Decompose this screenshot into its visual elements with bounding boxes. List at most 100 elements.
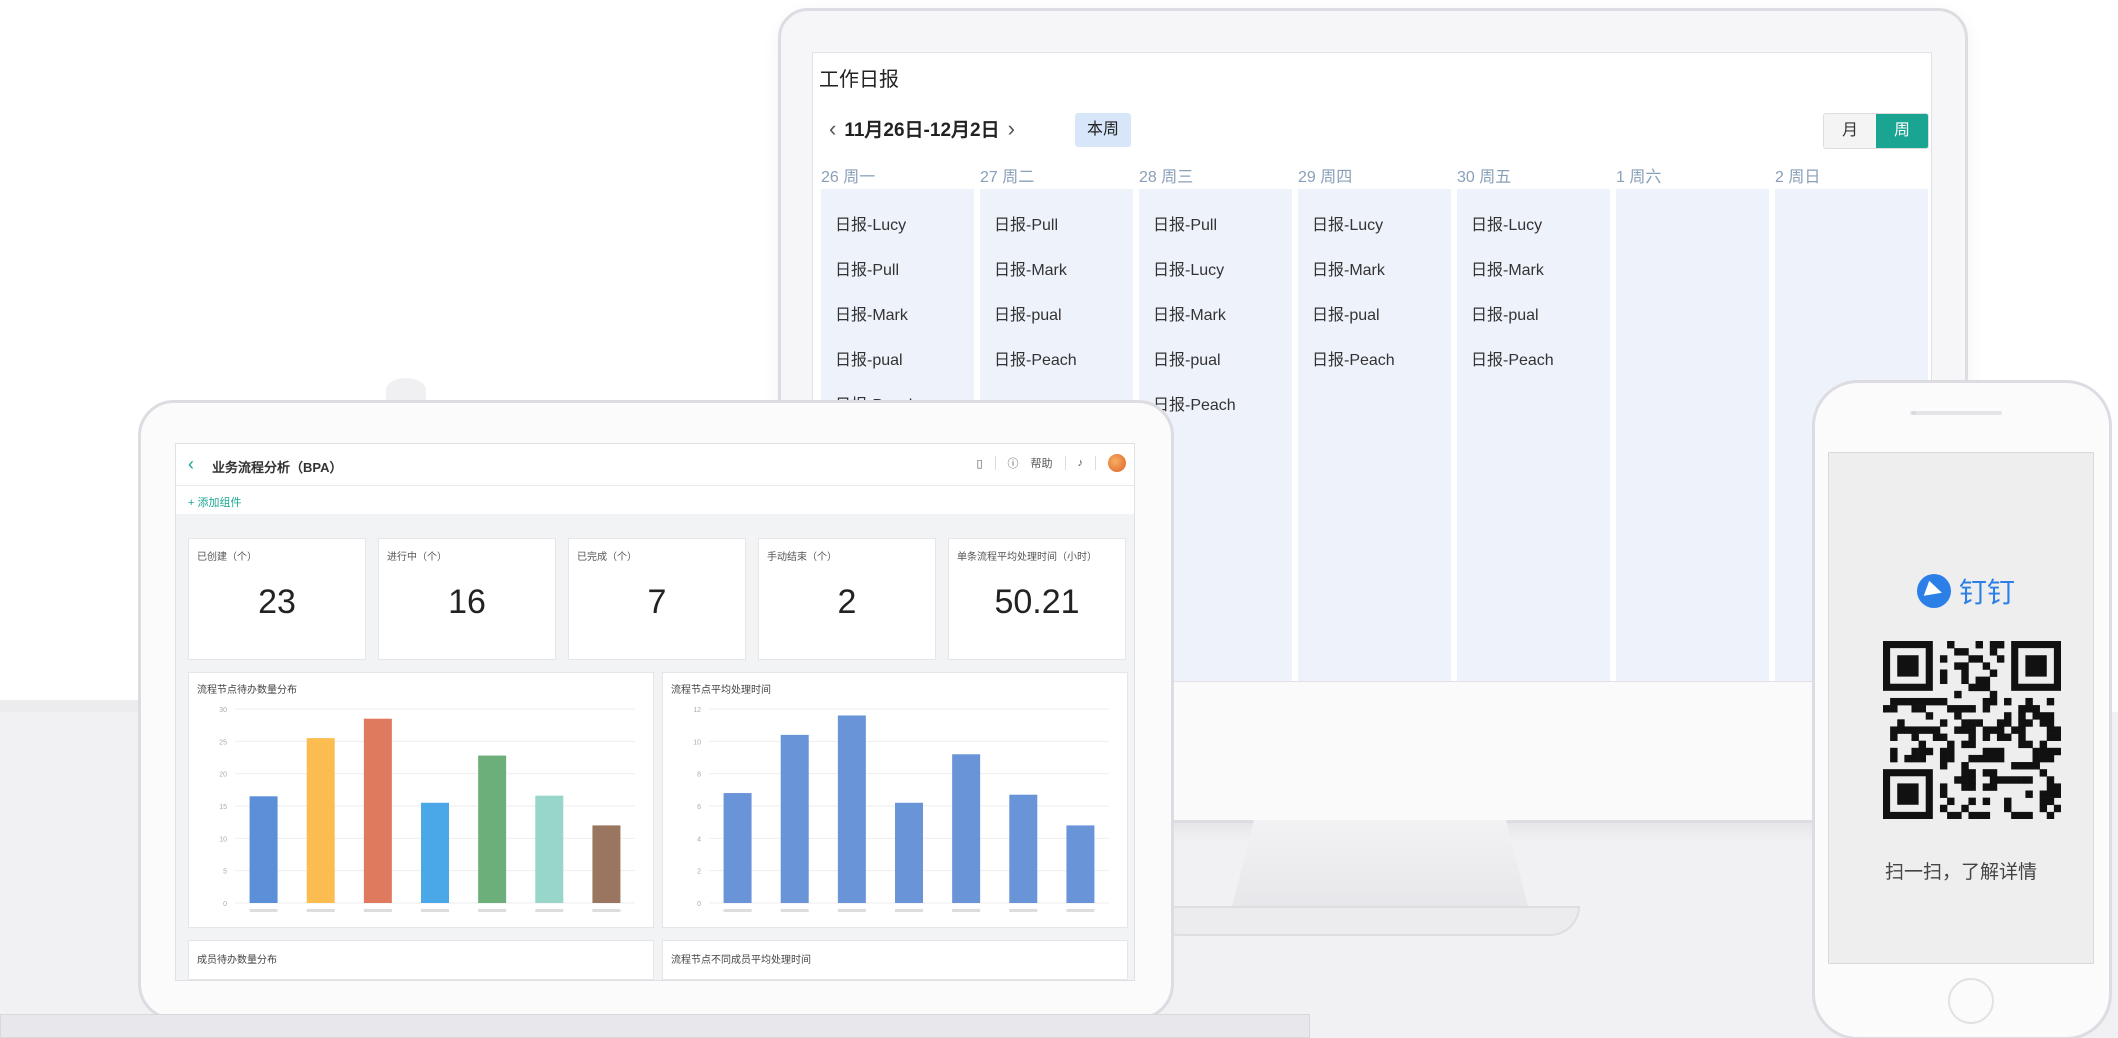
report-item[interactable]: 日报-pual	[821, 336, 974, 381]
qr-module	[1989, 726, 1998, 734]
qr-module	[1968, 797, 1976, 806]
qr-module	[1954, 690, 1962, 699]
device-icon[interactable]: ▯	[976, 457, 982, 470]
qr-module	[1982, 705, 1991, 713]
dingtalk-logo: 钉钉	[1917, 571, 2015, 611]
qr-module	[1911, 747, 1919, 756]
stat-label: 单条流程平均处理时间（小时）	[957, 552, 1097, 563]
chevron-right-icon[interactable]: ›	[1008, 116, 1015, 142]
report-item[interactable]: 日报-Mark	[1298, 246, 1451, 291]
report-item[interactable]: 日报-Pull	[1139, 201, 1292, 246]
qr-module	[1989, 648, 1998, 656]
stat-card[interactable]: 已创建（个） 23	[188, 538, 366, 660]
qr-module	[1989, 697, 1998, 706]
qr-module	[1939, 804, 1948, 813]
qr-module	[1968, 705, 1976, 713]
report-item[interactable]: 日报-Lucy	[821, 201, 974, 246]
report-item[interactable]: 日报-pual	[1139, 336, 1292, 381]
panel-member-todo: 成员待办数量分布	[188, 940, 654, 980]
phone-camera	[1912, 411, 1916, 415]
qr-module	[1982, 697, 1991, 706]
qr-module	[2025, 697, 2033, 706]
bar	[952, 754, 981, 903]
qr-module	[1890, 697, 1898, 706]
qr-code[interactable]	[1883, 641, 2061, 819]
qr-module	[2004, 804, 2012, 813]
qr-module	[1925, 747, 1934, 756]
report-item[interactable]: 日报-Peach	[980, 336, 1133, 381]
help-link[interactable]: 帮助	[1031, 455, 1053, 471]
report-item[interactable]: 日报-pual	[1457, 291, 1610, 336]
x-tick-label	[306, 909, 335, 912]
help-icon[interactable]: ⓘ	[1008, 455, 1019, 471]
day-cell[interactable]	[1616, 189, 1769, 681]
qr-module	[1996, 747, 2005, 756]
month-view-button[interactable]: 月	[1824, 114, 1876, 148]
qr-module	[2018, 740, 2026, 749]
qr-module	[2018, 811, 2026, 819]
panel-title: 成员待办数量分布	[197, 955, 277, 966]
chevron-left-icon[interactable]: ‹	[829, 116, 836, 142]
report-item[interactable]: 日报-Peach	[1298, 336, 1451, 381]
qr-module	[1947, 754, 1955, 763]
stat-card[interactable]: 单条流程平均处理时间（小时） 50.21	[948, 538, 1126, 660]
qr-module	[1975, 655, 1983, 663]
report-item[interactable]: 日报-Lucy	[1139, 246, 1292, 291]
bar	[249, 796, 278, 903]
qr-module	[1911, 705, 1919, 713]
qr-module	[1911, 697, 1919, 706]
day-column: 30 周五 日报-Lucy 日报-Mark 日报-pual 日报-Peach	[1457, 163, 1610, 681]
scan-caption: 扫一扫，了解详情	[1884, 862, 2037, 883]
qr-finder	[1897, 655, 1919, 677]
qr-module	[2053, 783, 2061, 791]
qr-module	[1939, 747, 1948, 756]
report-item[interactable]: 日报-pual	[1298, 291, 1451, 336]
qr-module	[2032, 705, 2040, 713]
day-cell[interactable]: 日报-Lucy 日报-Mark 日报-pual 日报-Peach	[1457, 189, 1610, 681]
report-item[interactable]: 日报-pual	[980, 291, 1133, 336]
stat-card[interactable]: 已完成（个） 7	[568, 538, 746, 660]
report-item[interactable]: 日报-Lucy	[1457, 201, 1610, 246]
qr-module	[1939, 697, 1948, 706]
qr-module	[2046, 797, 2055, 806]
back-icon[interactable]: ‹	[188, 454, 194, 475]
qr-module	[1961, 783, 1969, 791]
bell-icon[interactable]: ♪	[1078, 457, 1084, 469]
week-view-button[interactable]: 周	[1876, 114, 1928, 148]
qr-module	[2025, 705, 2033, 713]
qr-module	[2032, 762, 2040, 770]
stat-card[interactable]: 手动结束（个） 2	[758, 538, 936, 660]
report-item[interactable]: 日报-Lucy	[1298, 201, 1451, 246]
report-item[interactable]: 日报-Pull	[821, 246, 974, 291]
home-button[interactable]	[1948, 978, 1994, 1024]
bar	[306, 738, 335, 903]
day-column: 29 周四 日报-Lucy 日报-Mark 日报-pual 日报-Peach	[1298, 163, 1451, 681]
report-item[interactable]: 日报-Mark	[1457, 246, 1610, 291]
report-item[interactable]: 日报-Peach	[1457, 336, 1610, 381]
qr-module	[1982, 811, 1991, 819]
qr-module	[1989, 641, 1998, 649]
bar	[478, 755, 507, 903]
qr-module	[1996, 754, 2005, 763]
report-item[interactable]: 日报-Mark	[980, 246, 1133, 291]
panel-member-avg-time: 流程节点不同成员平均处理时间	[662, 940, 1128, 980]
report-item[interactable]: 日报-Mark	[821, 291, 974, 336]
stat-card[interactable]: 进行中（个） 16	[378, 538, 556, 660]
avatar[interactable]	[1108, 454, 1126, 472]
qr-module	[1954, 705, 1962, 713]
bar	[1066, 825, 1095, 903]
qr-module	[1996, 641, 2005, 649]
report-item[interactable]: 日报-Pull	[980, 201, 1133, 246]
calendar-title: 工作日报	[819, 69, 899, 91]
y-tick-label: 4	[697, 836, 701, 843]
day-cell[interactable]: 日报-Lucy 日报-Mark 日报-pual 日报-Peach	[1298, 189, 1451, 681]
add-component-button[interactable]: + 添加组件	[188, 494, 241, 510]
qr-module	[1939, 719, 1948, 727]
qr-module	[1989, 769, 1998, 777]
report-item[interactable]: 日报-Mark	[1139, 291, 1292, 336]
laptop-notch	[386, 378, 426, 402]
qr-module	[2018, 762, 2026, 770]
this-week-button[interactable]: 本周	[1075, 113, 1131, 147]
x-tick-label	[895, 909, 923, 912]
qr-module	[1961, 776, 1969, 784]
